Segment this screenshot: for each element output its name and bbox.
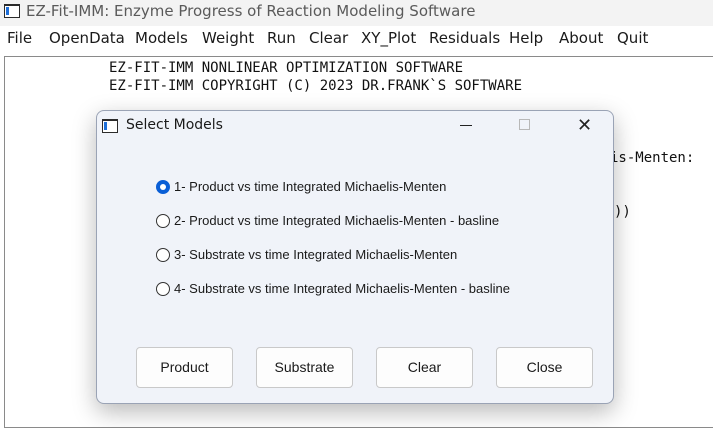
model-option-label[interactable]: 4- Substrate vs time Integrated Michaeli… — [174, 281, 510, 296]
radio-button-selected[interactable] — [156, 180, 170, 194]
minimize-icon — [460, 125, 472, 126]
menu-bar: File OpenData Models Weight Run Clear XY… — [0, 26, 713, 50]
menu-clear[interactable]: Clear — [309, 29, 348, 47]
menu-weight[interactable]: Weight — [202, 29, 254, 47]
minimize-button[interactable] — [443, 111, 489, 141]
maximize-icon — [519, 119, 530, 130]
menu-models[interactable]: Models — [135, 29, 188, 47]
menu-about[interactable]: About — [559, 29, 603, 47]
console-line: EZ-FIT-IMM COPYRIGHT (C) 2023 DR.FRANK`S… — [109, 78, 523, 94]
product-button[interactable]: Product — [136, 347, 233, 388]
close-icon: ✕ — [577, 115, 593, 136]
close-window-button[interactable]: ✕ — [561, 111, 607, 141]
close-button[interactable]: Close — [496, 347, 593, 388]
menu-xy-plot[interactable]: XY_Plot — [361, 29, 416, 47]
console-fragment: is-Menten: — [610, 150, 695, 166]
console-line: EZ-FIT-IMM NONLINEAR OPTIMIZATION SOFTWA… — [109, 60, 464, 76]
model-option-label[interactable]: 1- Product vs time Integrated Michaelis-… — [174, 179, 446, 194]
clear-button[interactable]: Clear — [376, 347, 473, 388]
app-titlebar[interactable]: EZ-Fit-IMM: Enzyme Progress of Reaction … — [0, 0, 713, 26]
window-title: EZ-Fit-IMM: Enzyme Progress of Reaction … — [26, 2, 476, 20]
app-icon — [4, 4, 20, 18]
dialog-app-icon — [102, 119, 118, 133]
model-option-label[interactable]: 2- Product vs time Integrated Michaelis-… — [174, 213, 499, 228]
dialog-title: Select Models — [126, 117, 223, 133]
select-models-dialog: Select Models ✕ 1- Product vs time Integ… — [96, 110, 614, 404]
substrate-button[interactable]: Substrate — [256, 347, 353, 388]
menu-opendata[interactable]: OpenData — [49, 29, 125, 47]
menu-quit[interactable]: Quit — [617, 29, 648, 47]
maximize-button[interactable] — [501, 111, 547, 141]
model-option-label[interactable]: 3- Substrate vs time Integrated Michaeli… — [174, 247, 457, 262]
menu-help[interactable]: Help — [509, 29, 543, 47]
radio-button[interactable] — [156, 214, 170, 228]
radio-button[interactable] — [156, 282, 170, 296]
menu-run[interactable]: Run — [267, 29, 296, 47]
menu-residuals[interactable]: Residuals — [429, 29, 500, 47]
menu-file[interactable]: File — [7, 29, 32, 47]
console-fragment: )) — [614, 204, 631, 220]
radio-button[interactable] — [156, 248, 170, 262]
